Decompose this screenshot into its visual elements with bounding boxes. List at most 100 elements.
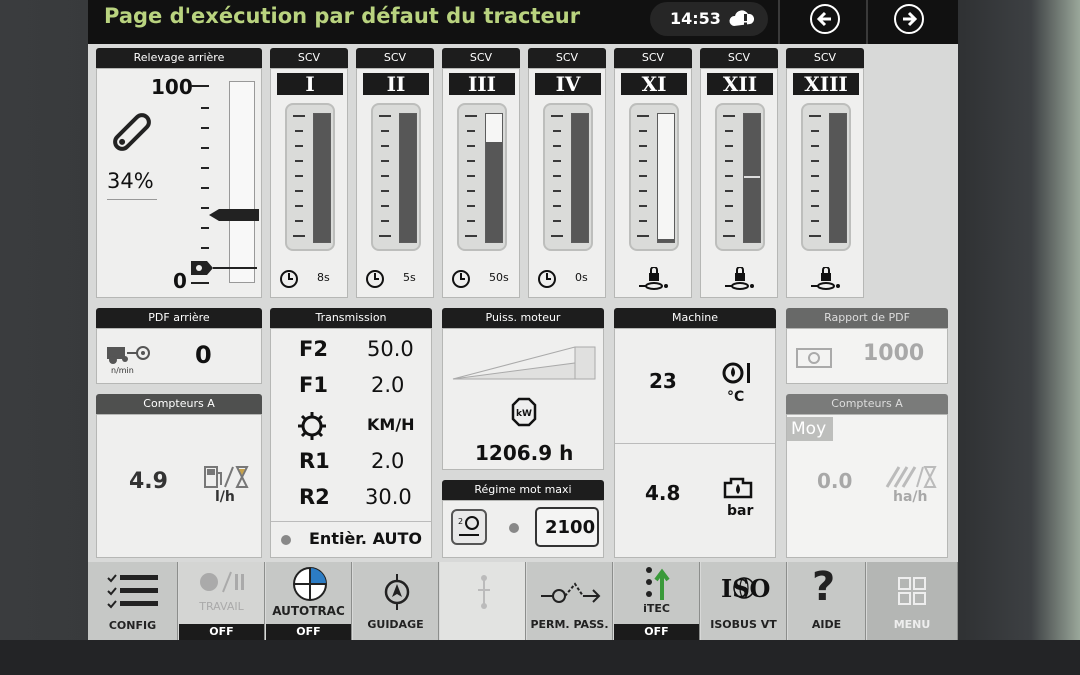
percent-underline — [107, 199, 157, 200]
autotrac-button[interactable]: AUTOTRAC OFF — [266, 562, 352, 640]
timer-icon — [280, 270, 298, 288]
relevage-gauge — [229, 81, 255, 283]
transmission-divider — [271, 521, 431, 522]
scv-tick — [467, 205, 475, 207]
scv-gauge — [371, 103, 421, 251]
relevage-panel[interactable]: 100 0 34% — [96, 68, 262, 298]
scv-tick — [811, 175, 819, 177]
scv-tick — [295, 205, 303, 207]
relevage-min: 0 — [173, 269, 187, 293]
scv-panel[interactable]: I 8s — [270, 68, 348, 298]
scv-tick — [723, 115, 735, 117]
scv-tick — [725, 145, 733, 147]
pto-ratio-icon — [796, 348, 832, 368]
area-rate-unit: ha/h — [893, 489, 928, 505]
scv-tick — [553, 160, 561, 162]
iso-globe-icon — [733, 577, 755, 599]
scv-tick — [639, 220, 647, 222]
transmission-panel[interactable]: F2 50.0 F1 2.0 KM/H R1 2.0 R2 30.0 Entiè… — [270, 328, 432, 558]
pto-unit: n/min — [111, 366, 134, 375]
scv-tick — [811, 145, 819, 147]
forward-button[interactable] — [894, 4, 924, 34]
engine-kw-icon: kW — [511, 397, 537, 427]
scv-tick — [467, 190, 475, 192]
compteurs-a-panel[interactable]: 4.9 l/h — [96, 414, 262, 558]
isobus-label: ISOBUS VT — [710, 618, 777, 631]
travail-state: OFF — [179, 624, 264, 640]
implement-lift-icon — [478, 575, 490, 609]
gauge-tick — [201, 207, 209, 209]
arrow-left-icon — [816, 11, 831, 27]
itec-button[interactable]: iTEC OFF — [614, 562, 700, 640]
scv-number: XI — [621, 73, 687, 95]
config-button[interactable]: CONFIG — [88, 562, 178, 640]
scv-tick — [811, 205, 819, 207]
scv-tick — [467, 145, 475, 147]
aide-button[interactable]: ? AIDE — [788, 562, 866, 640]
perm-pass-button[interactable]: PERM. PASS. — [527, 562, 613, 640]
scv-panel[interactable]: III 50s — [442, 68, 520, 298]
scv-tick — [465, 115, 477, 117]
oil-pressure-icon — [723, 477, 753, 499]
relevage-tab: Relevage arrière — [96, 48, 262, 68]
travail-label: TRAVAIL — [199, 600, 244, 613]
scv-tab: SCV — [700, 48, 778, 68]
scv-tick — [725, 190, 733, 192]
engine-kw-label: kW — [516, 409, 532, 419]
scv-panel[interactable]: XIII — [786, 68, 864, 298]
scv-panel[interactable]: XII — [700, 68, 778, 298]
regime-setting-button[interactable]: 2 — [451, 509, 487, 545]
display-screen: Page d'exécution par défaut du tracteur … — [88, 0, 958, 640]
scv-detent-mark — [744, 176, 760, 178]
disabled-button[interactable] — [440, 562, 526, 640]
puissance-panel[interactable]: kW 1206.9 h — [442, 328, 604, 470]
scv-tick — [553, 205, 561, 207]
scv-tab: SCV — [786, 48, 864, 68]
scv-fill — [744, 114, 760, 242]
gear-f2-label: F2 — [299, 337, 328, 361]
pdf-arriere-panel[interactable]: n/min 0 — [96, 328, 262, 384]
scv-tick — [379, 235, 391, 237]
timer-icon — [538, 270, 556, 288]
autotrac-label: AUTOTRAC — [272, 604, 345, 618]
scv-tick — [467, 220, 475, 222]
lock-valve-icon — [811, 267, 840, 290]
gear-r1-label: R1 — [299, 449, 330, 473]
gauge-tick — [201, 167, 209, 169]
rapport-pdf-value: 1000 — [863, 341, 925, 366]
scv-footer — [701, 261, 779, 295]
scv-fill — [572, 114, 588, 242]
guidage-button[interactable]: GUIDAGE — [353, 562, 439, 640]
isobus-vt-button[interactable]: ISO ISOBUS VT — [701, 562, 787, 640]
scv-tick — [381, 175, 389, 177]
scv-gauge — [285, 103, 335, 251]
compteurs-a2-panel[interactable]: Moy 0.0 ha/h — [786, 414, 948, 558]
back-button[interactable] — [810, 4, 840, 34]
scv-tick — [381, 205, 389, 207]
regime-tab: Régime mot maxi — [442, 480, 604, 500]
scv-panel[interactable]: II 5s — [356, 68, 434, 298]
svg-text:2: 2 — [458, 517, 463, 526]
pass-turn-icon — [541, 582, 601, 603]
scv-panel[interactable]: IV 0s — [528, 68, 606, 298]
scv-bar — [657, 113, 675, 243]
scv-tick — [295, 160, 303, 162]
speed-unit: KM/H — [367, 415, 415, 434]
help-question-icon: ? — [812, 564, 836, 610]
clock-status[interactable]: 14:53 — [650, 2, 768, 36]
config-label: CONFIG — [108, 619, 157, 632]
rapport-pdf-panel[interactable]: 1000 — [786, 328, 948, 384]
scv-tick — [467, 175, 475, 177]
scv-panel[interactable]: XI — [614, 68, 692, 298]
engine-hours: 1206.9 h — [475, 441, 574, 465]
machine-panel[interactable]: 23 °C 4.8 bar — [614, 328, 776, 558]
regime-value-box[interactable]: 2100 — [535, 507, 599, 547]
pdf-arriere-value: 0 — [195, 341, 212, 369]
scv-fill — [314, 114, 330, 242]
scv-tick — [467, 160, 475, 162]
hitch-arm-icon — [113, 113, 151, 151]
menu-button[interactable]: MENU — [867, 562, 958, 640]
travail-button[interactable]: TRAVAIL OFF — [179, 562, 265, 640]
scv-tick — [725, 205, 733, 207]
regime-panel[interactable]: 2 2100 — [442, 500, 604, 558]
